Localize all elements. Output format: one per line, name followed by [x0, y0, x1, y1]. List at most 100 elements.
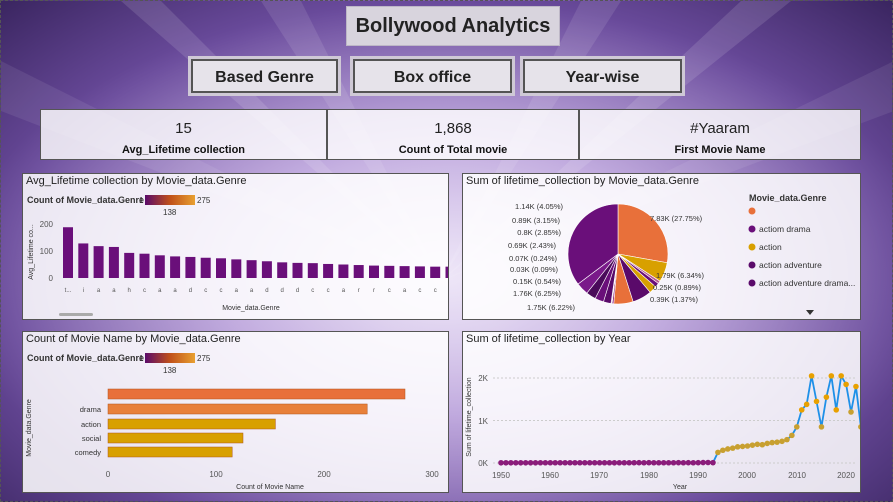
bar[interactable] [277, 262, 288, 278]
data-point[interactable] [562, 459, 568, 466]
data-point[interactable] [710, 459, 716, 466]
data-point[interactable] [813, 398, 820, 405]
data-point[interactable] [651, 459, 657, 466]
data-point[interactable] [705, 459, 711, 466]
data-point[interactable] [636, 459, 642, 466]
data-point[interactable] [838, 373, 844, 379]
bar[interactable] [200, 257, 211, 278]
bar[interactable] [108, 246, 119, 278]
data-point[interactable] [616, 459, 623, 466]
bar[interactable] [307, 263, 318, 278]
box-office-button[interactable]: Box office [353, 59, 512, 93]
bar[interactable] [154, 255, 165, 278]
data-point[interactable] [591, 459, 598, 466]
bar[interactable] [93, 246, 104, 278]
data-point[interactable] [695, 459, 701, 466]
bar[interactable] [338, 264, 349, 279]
data-point[interactable] [547, 459, 554, 466]
bar[interactable] [107, 418, 276, 430]
data-point[interactable] [512, 459, 519, 466]
bar[interactable] [399, 266, 410, 278]
data-point[interactable] [567, 459, 573, 466]
bar[interactable] [246, 260, 257, 278]
data-point[interactable] [660, 459, 667, 466]
bar[interactable] [445, 266, 449, 278]
data-point[interactable] [858, 424, 860, 430]
avg-lifetime-genre-chart[interactable]: Avg_Lifetime collection by Movie_data.Ge… [22, 173, 449, 320]
data-point[interactable] [582, 459, 588, 466]
data-point[interactable] [700, 459, 706, 466]
bar[interactable] [353, 265, 364, 278]
data-point[interactable] [670, 459, 677, 466]
bar[interactable] [139, 253, 150, 278]
data-point[interactable] [596, 459, 603, 466]
bar[interactable] [261, 261, 272, 278]
data-point[interactable] [527, 459, 534, 466]
data-point[interactable] [655, 459, 662, 466]
data-point[interactable] [542, 459, 549, 466]
data-point[interactable] [641, 459, 647, 466]
count-movie-genre-chart[interactable]: Count of Movie Name by Movie_data.Genre … [22, 331, 449, 493]
bar[interactable] [107, 388, 406, 400]
horizontal-scrollbar[interactable] [59, 313, 93, 316]
data-point[interactable] [537, 459, 544, 466]
data-point[interactable] [853, 383, 859, 390]
bar[interactable] [124, 252, 135, 278]
data-point[interactable] [734, 444, 741, 450]
data-point[interactable] [532, 459, 539, 466]
bar[interactable] [384, 265, 395, 278]
data-point[interactable] [769, 439, 775, 446]
bar[interactable] [107, 446, 233, 458]
data-point[interactable] [848, 409, 854, 415]
bar[interactable] [369, 265, 379, 278]
bar[interactable] [107, 403, 368, 415]
bar[interactable] [414, 266, 425, 278]
data-point[interactable] [508, 459, 514, 466]
data-point[interactable] [646, 459, 652, 466]
data-point[interactable] [823, 394, 830, 400]
data-point[interactable] [517, 459, 524, 466]
data-point[interactable] [503, 459, 509, 466]
data-point[interactable] [808, 373, 815, 379]
based-genre-button[interactable]: Based Genre [191, 59, 338, 93]
data-point[interactable] [621, 459, 628, 466]
data-point[interactable] [720, 447, 726, 454]
bar[interactable] [292, 262, 303, 278]
data-point[interactable] [798, 407, 805, 413]
data-point[interactable] [611, 459, 618, 466]
data-point[interactable] [715, 449, 721, 456]
data-point[interactable] [680, 459, 687, 466]
data-point[interactable] [665, 459, 672, 466]
data-point[interactable] [818, 424, 825, 430]
data-point[interactable] [759, 441, 766, 448]
data-point[interactable] [557, 459, 563, 466]
data-point[interactable] [779, 438, 785, 445]
bar[interactable] [216, 258, 226, 278]
data-point[interactable] [724, 446, 731, 452]
data-point[interactable] [685, 459, 692, 466]
data-point[interactable] [552, 459, 559, 466]
data-point[interactable] [833, 407, 840, 413]
data-point[interactable] [606, 459, 613, 466]
legend-scroll-down-icon[interactable] [806, 310, 814, 315]
data-point[interactable] [690, 459, 697, 466]
pie-slice[interactable] [617, 203, 669, 264]
data-point[interactable] [586, 459, 593, 466]
data-point[interactable] [601, 459, 608, 466]
bar[interactable] [185, 256, 196, 278]
bar[interactable] [63, 227, 73, 278]
data-point[interactable] [572, 459, 578, 466]
data-point[interactable] [626, 459, 632, 466]
data-point[interactable] [744, 443, 751, 449]
data-point[interactable] [774, 439, 780, 445]
data-point[interactable] [828, 373, 835, 379]
lifetime-collection-genre-pie[interactable]: Sum of lifetime_collection by Movie_data… [462, 173, 861, 320]
data-point[interactable] [749, 442, 756, 448]
data-point[interactable] [729, 445, 736, 451]
data-point[interactable] [739, 443, 746, 450]
data-point[interactable] [794, 424, 800, 430]
data-point[interactable] [675, 459, 682, 466]
bar[interactable] [323, 263, 334, 278]
data-point[interactable] [498, 459, 504, 466]
bar[interactable] [430, 266, 441, 278]
